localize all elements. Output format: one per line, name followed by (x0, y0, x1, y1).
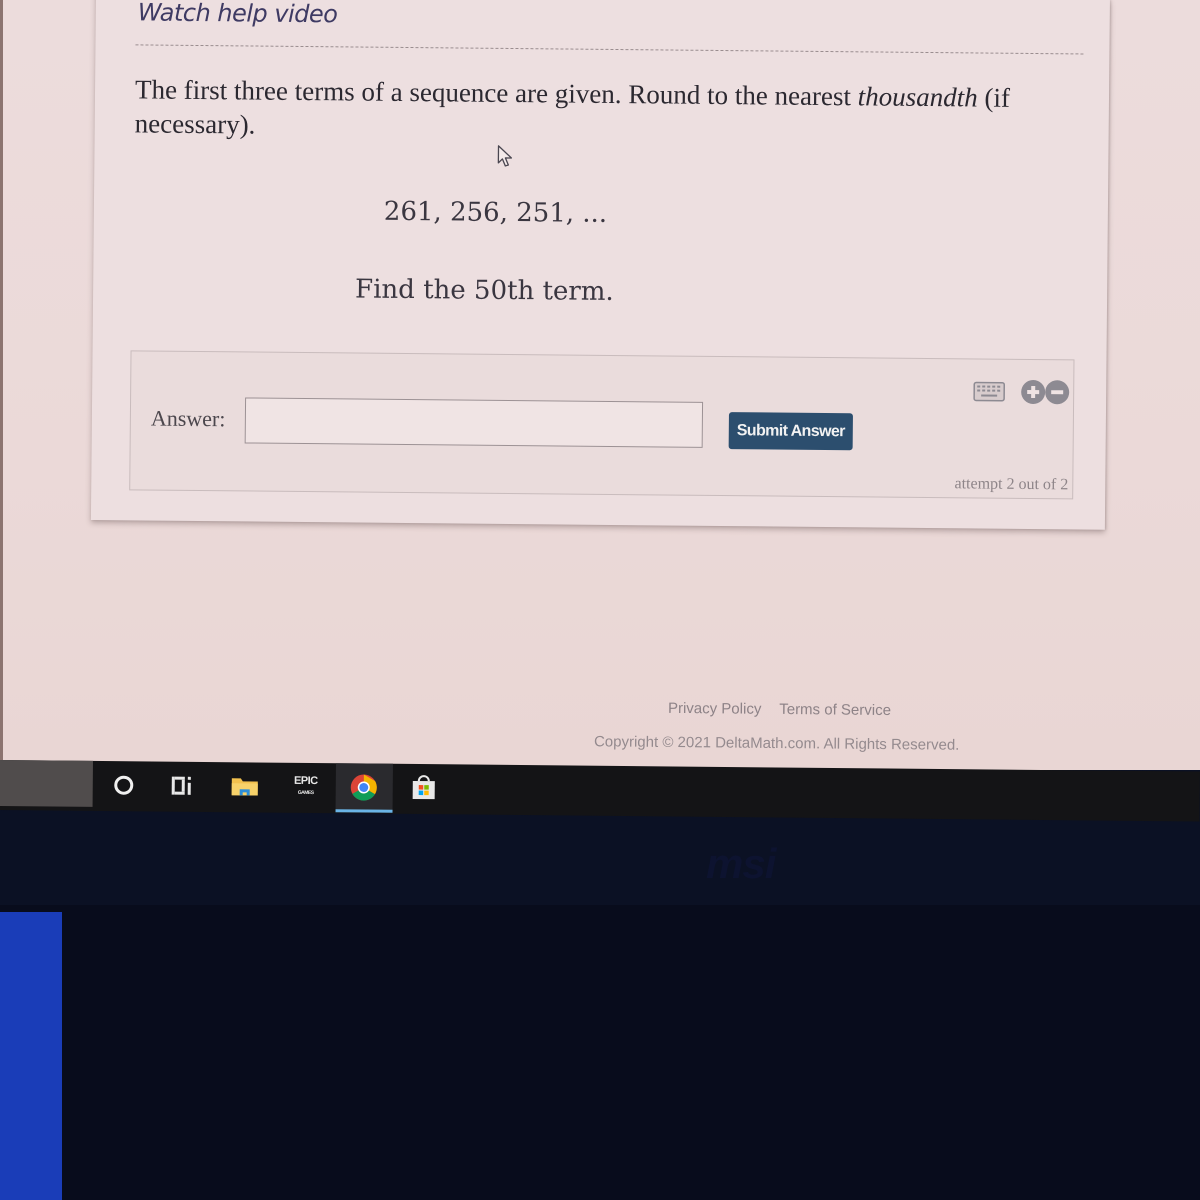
submit-answer-button[interactable]: Submit Answer (728, 412, 853, 451)
epic-sublabel: GAMES (297, 789, 314, 797)
sequence-terms: 261, 256, 251, ... (383, 196, 608, 229)
terms-of-service-link[interactable]: Terms of Service (779, 701, 891, 719)
taskbar-search-box[interactable] (0, 760, 93, 807)
footer-links: Privacy Policy Terms of Service (668, 700, 905, 719)
dashed-divider (135, 44, 1084, 55)
keyboard-icon[interactable] (973, 381, 1006, 402)
question-text: The first three terms of a sequence are … (135, 72, 1066, 149)
epic-label: EPIC (293, 774, 318, 788)
zoom-in-icon[interactable] (1021, 379, 1046, 405)
file-explorer-icon[interactable] (229, 770, 261, 802)
chrome-icon[interactable] (348, 771, 380, 803)
watch-help-video-link[interactable]: Watch help video (138, 0, 338, 28)
question-prefix: The first three terms of a sequence are … (134, 74, 858, 112)
answer-panel: Answer: Submit Answer attempt 2 out of 2 (129, 350, 1075, 500)
mouse-cursor-icon (497, 145, 513, 167)
task-view-icon[interactable] (166, 770, 198, 802)
zoom-out-icon[interactable] (1045, 380, 1070, 405)
answer-input[interactable] (244, 397, 704, 448)
background-blue-light (0, 912, 62, 1200)
monitor-brand-logo: msi (706, 840, 776, 887)
question-emphasis: thousandth (857, 81, 978, 113)
monitor-bezel (0, 905, 1200, 1200)
attempt-counter: attempt 2 out of 2 (954, 475, 1069, 494)
copyright-text: Copyright © 2021 DeltaMath.com. All Righ… (593, 733, 960, 754)
find-prompt: Find the 50th term. (354, 274, 614, 307)
answer-label: Answer: (150, 405, 226, 432)
monitor-screen: Watch help video The first three terms o… (0, 0, 1200, 770)
epic-games-icon[interactable]: EPIC GAMES (290, 771, 322, 803)
microsoft-store-icon[interactable] (408, 772, 440, 804)
cortana-icon[interactable] (108, 769, 140, 801)
chrome-active-indicator (335, 809, 393, 813)
windows-taskbar: EPIC GAMES (0, 760, 1200, 822)
privacy-policy-link[interactable]: Privacy Policy (668, 700, 762, 718)
problem-card: Watch help video The first three terms o… (90, 0, 1110, 530)
screen-edge (0, 0, 3, 770)
